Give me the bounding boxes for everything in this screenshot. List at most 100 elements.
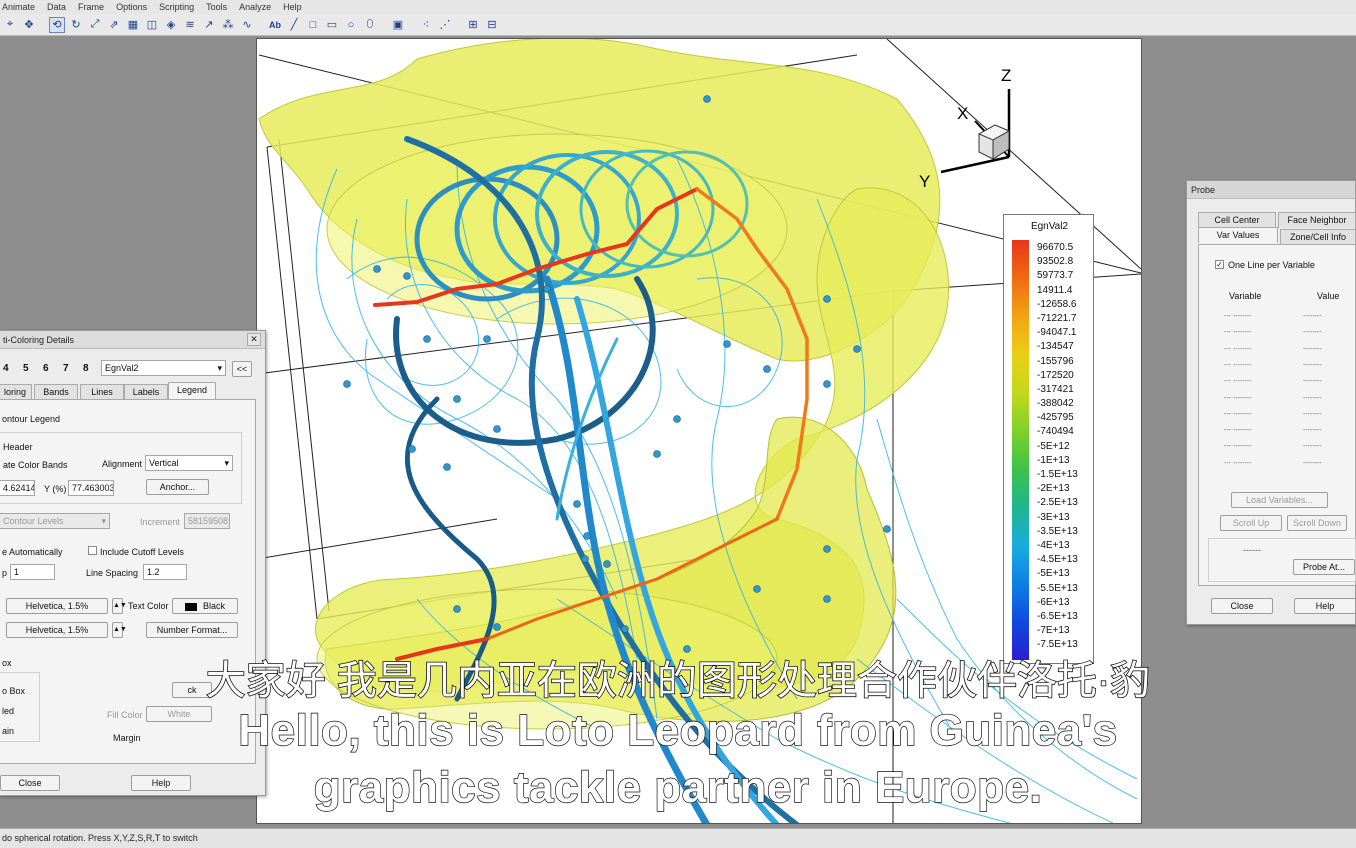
font-spin-icon[interactable]: ▲▼ (112, 598, 127, 614)
number-font-button[interactable]: Helvetica, 1.5% (6, 622, 108, 638)
load-variables-button[interactable]: Load Variables... (1231, 492, 1328, 508)
scatter-icon[interactable]: ⁂ (220, 17, 236, 33)
square-icon[interactable]: ▭ (324, 17, 340, 33)
probe-help-button[interactable]: Help (1294, 598, 1356, 614)
zoom-icon[interactable]: ⤢ (87, 17, 103, 33)
ellipse-icon[interactable]: ⬯ (362, 17, 378, 33)
menu-analyze[interactable]: Analyze (239, 0, 271, 14)
probe-at-button[interactable]: Probe At... (1293, 559, 1355, 575)
streamtrace-icon[interactable]: ∿ (239, 17, 255, 33)
point-icon[interactable]: ⁖ (418, 17, 434, 33)
one-line-label: One Line per Variable (1228, 260, 1315, 270)
header-check-label[interactable]: Header (3, 442, 33, 452)
spherical-rotate-icon[interactable]: ↻ (68, 17, 84, 33)
tab-var-values[interactable]: Var Values (1198, 227, 1278, 243)
slice-icon[interactable]: ◫ (144, 17, 160, 33)
alignment-select[interactable]: Vertical ▾ (145, 455, 233, 471)
legend-label: 96670.5 (1037, 242, 1074, 253)
probe-variable-cell: --- -------- (1224, 427, 1252, 435)
legend-label: -5.5E+13 (1037, 582, 1078, 594)
scroll-down-button[interactable]: Scroll Down (1287, 515, 1347, 531)
anchor-button[interactable]: Anchor... (146, 479, 209, 495)
poly-icon[interactable]: ⋰ (437, 17, 453, 33)
collapse-button[interactable]: << (232, 361, 252, 377)
tab-face-neighbor[interactable]: Face Neighbor (1278, 212, 1356, 228)
menu-animate[interactable]: Animate (2, 0, 35, 14)
legend-label: -4E+13 (1037, 539, 1070, 551)
stream-icon[interactable]: ⇗ (106, 17, 122, 33)
header-font-button[interactable]: Helvetica, 1.5% (6, 598, 108, 614)
tab-bands[interactable]: Bands (34, 384, 78, 400)
legend-label: -6.5E+13 (1037, 610, 1078, 622)
probe-icon[interactable]: ⌖ (2, 17, 18, 33)
menu-frame[interactable]: Frame (78, 0, 104, 14)
variable-column-header: Variable (1229, 291, 1262, 301)
legend-labels: 96670.5 93502.8 59773.7 14911.4 -12658.6 -712… (1037, 241, 1093, 652)
isosurface-icon[interactable]: ◈ (163, 17, 179, 33)
color-swatch-icon (184, 602, 197, 611)
group-number-8[interactable]: 8 (83, 363, 89, 374)
tab-labels[interactable]: Labels (124, 384, 168, 400)
tab-lines[interactable]: Lines (80, 384, 124, 400)
group-number-7[interactable]: 7 (63, 363, 69, 374)
translate-icon[interactable]: ✥ (21, 17, 37, 33)
circle-icon[interactable]: ○ (343, 17, 359, 33)
legend-label: 93502.8 (1037, 256, 1074, 268)
text-color-button[interactable]: Black (172, 598, 238, 614)
mesh-icon[interactable]: ▦ (125, 17, 141, 33)
line-spacing-input[interactable]: 1.2 (143, 564, 187, 580)
menu-data[interactable]: Data (47, 0, 66, 14)
menu-tools[interactable]: Tools (206, 0, 227, 14)
legend-label: -134547 (1037, 341, 1074, 353)
group-number-4[interactable]: 4 (3, 363, 9, 374)
contour-icon[interactable]: ≋ (182, 17, 198, 33)
contour-legend-check-label[interactable]: ontour Legend (2, 414, 60, 424)
close-icon[interactable]: ✕ (247, 333, 261, 346)
y-position-input[interactable]: 77.463003 (68, 480, 114, 496)
rotate-icon[interactable]: ⟲ (49, 16, 65, 33)
tab-cell-center[interactable]: Cell Center (1198, 212, 1276, 228)
axis-x-label: X (957, 104, 968, 123)
menu-help[interactable]: Help (283, 0, 302, 14)
levels-select[interactable]: Contour Levels ▾ (0, 513, 110, 529)
legend-label: -172520 (1037, 369, 1074, 381)
menu-options[interactable]: Options (116, 0, 147, 14)
probe-close-button[interactable]: Close (1211, 598, 1273, 614)
group-number-6[interactable]: 6 (43, 363, 49, 374)
increment-label: Increment (140, 517, 181, 527)
chevron-down-icon: ▾ (101, 516, 106, 526)
probe-variable-cell: --- -------- (1224, 313, 1252, 320)
contour-legend[interactable]: EgnVal2 96670.5 93502.8 59773.7 14911.4 -126… (1003, 214, 1094, 664)
legend-label: -1E+13 (1037, 454, 1070, 466)
separate-bands-label[interactable]: ate Color Bands (3, 460, 68, 470)
menu-bar: Animate Data Frame Options Scripting Too… (0, 0, 1356, 14)
tab-legend[interactable]: Legend (168, 382, 216, 399)
scroll-up-button[interactable]: Scroll Up (1220, 515, 1282, 531)
rectangle-icon[interactable]: □ (305, 17, 321, 33)
tab-zone-cell-info[interactable]: Zone/Cell Info (1280, 229, 1356, 245)
menu-scripting[interactable]: Scripting (159, 0, 194, 14)
snap-icon[interactable]: ⊟ (484, 17, 500, 33)
skip-label: p (2, 568, 8, 578)
legend-label: -7E+13 (1037, 625, 1070, 637)
probe-variable-cell: --- -------- (1224, 443, 1252, 451)
variable-select[interactable]: EgnVal2 ▾ (101, 360, 226, 376)
frame-icon[interactable]: ▣ (390, 17, 406, 33)
number-format-button[interactable]: Number Format... (146, 622, 238, 638)
font-spin-icon[interactable]: ▲▼ (112, 622, 127, 638)
group-number-5[interactable]: 5 (23, 363, 29, 374)
vector-icon[interactable]: ↗ (201, 17, 217, 33)
grid-icon[interactable]: ⊞ (465, 17, 481, 33)
legend-label: -71221.7 (1037, 312, 1077, 324)
skip-input[interactable]: 1 (10, 564, 55, 580)
text-icon[interactable]: Ab (267, 17, 283, 33)
include-cutoff-checkbox[interactable] (88, 546, 97, 555)
geometry-line-icon[interactable]: ╱ (286, 17, 302, 33)
legend-label: -4.5E+13 (1037, 554, 1078, 566)
legend-label: -5E+13 (1037, 568, 1070, 580)
increment-input[interactable]: 58159508 (184, 513, 230, 529)
tab-coloring[interactable]: loring (0, 384, 32, 400)
one-line-checkbox[interactable]: ✓ (1215, 260, 1224, 269)
x-position-input[interactable]: 4.624148 (0, 480, 35, 496)
automatic-check-label[interactable]: e Automatically (2, 547, 63, 557)
